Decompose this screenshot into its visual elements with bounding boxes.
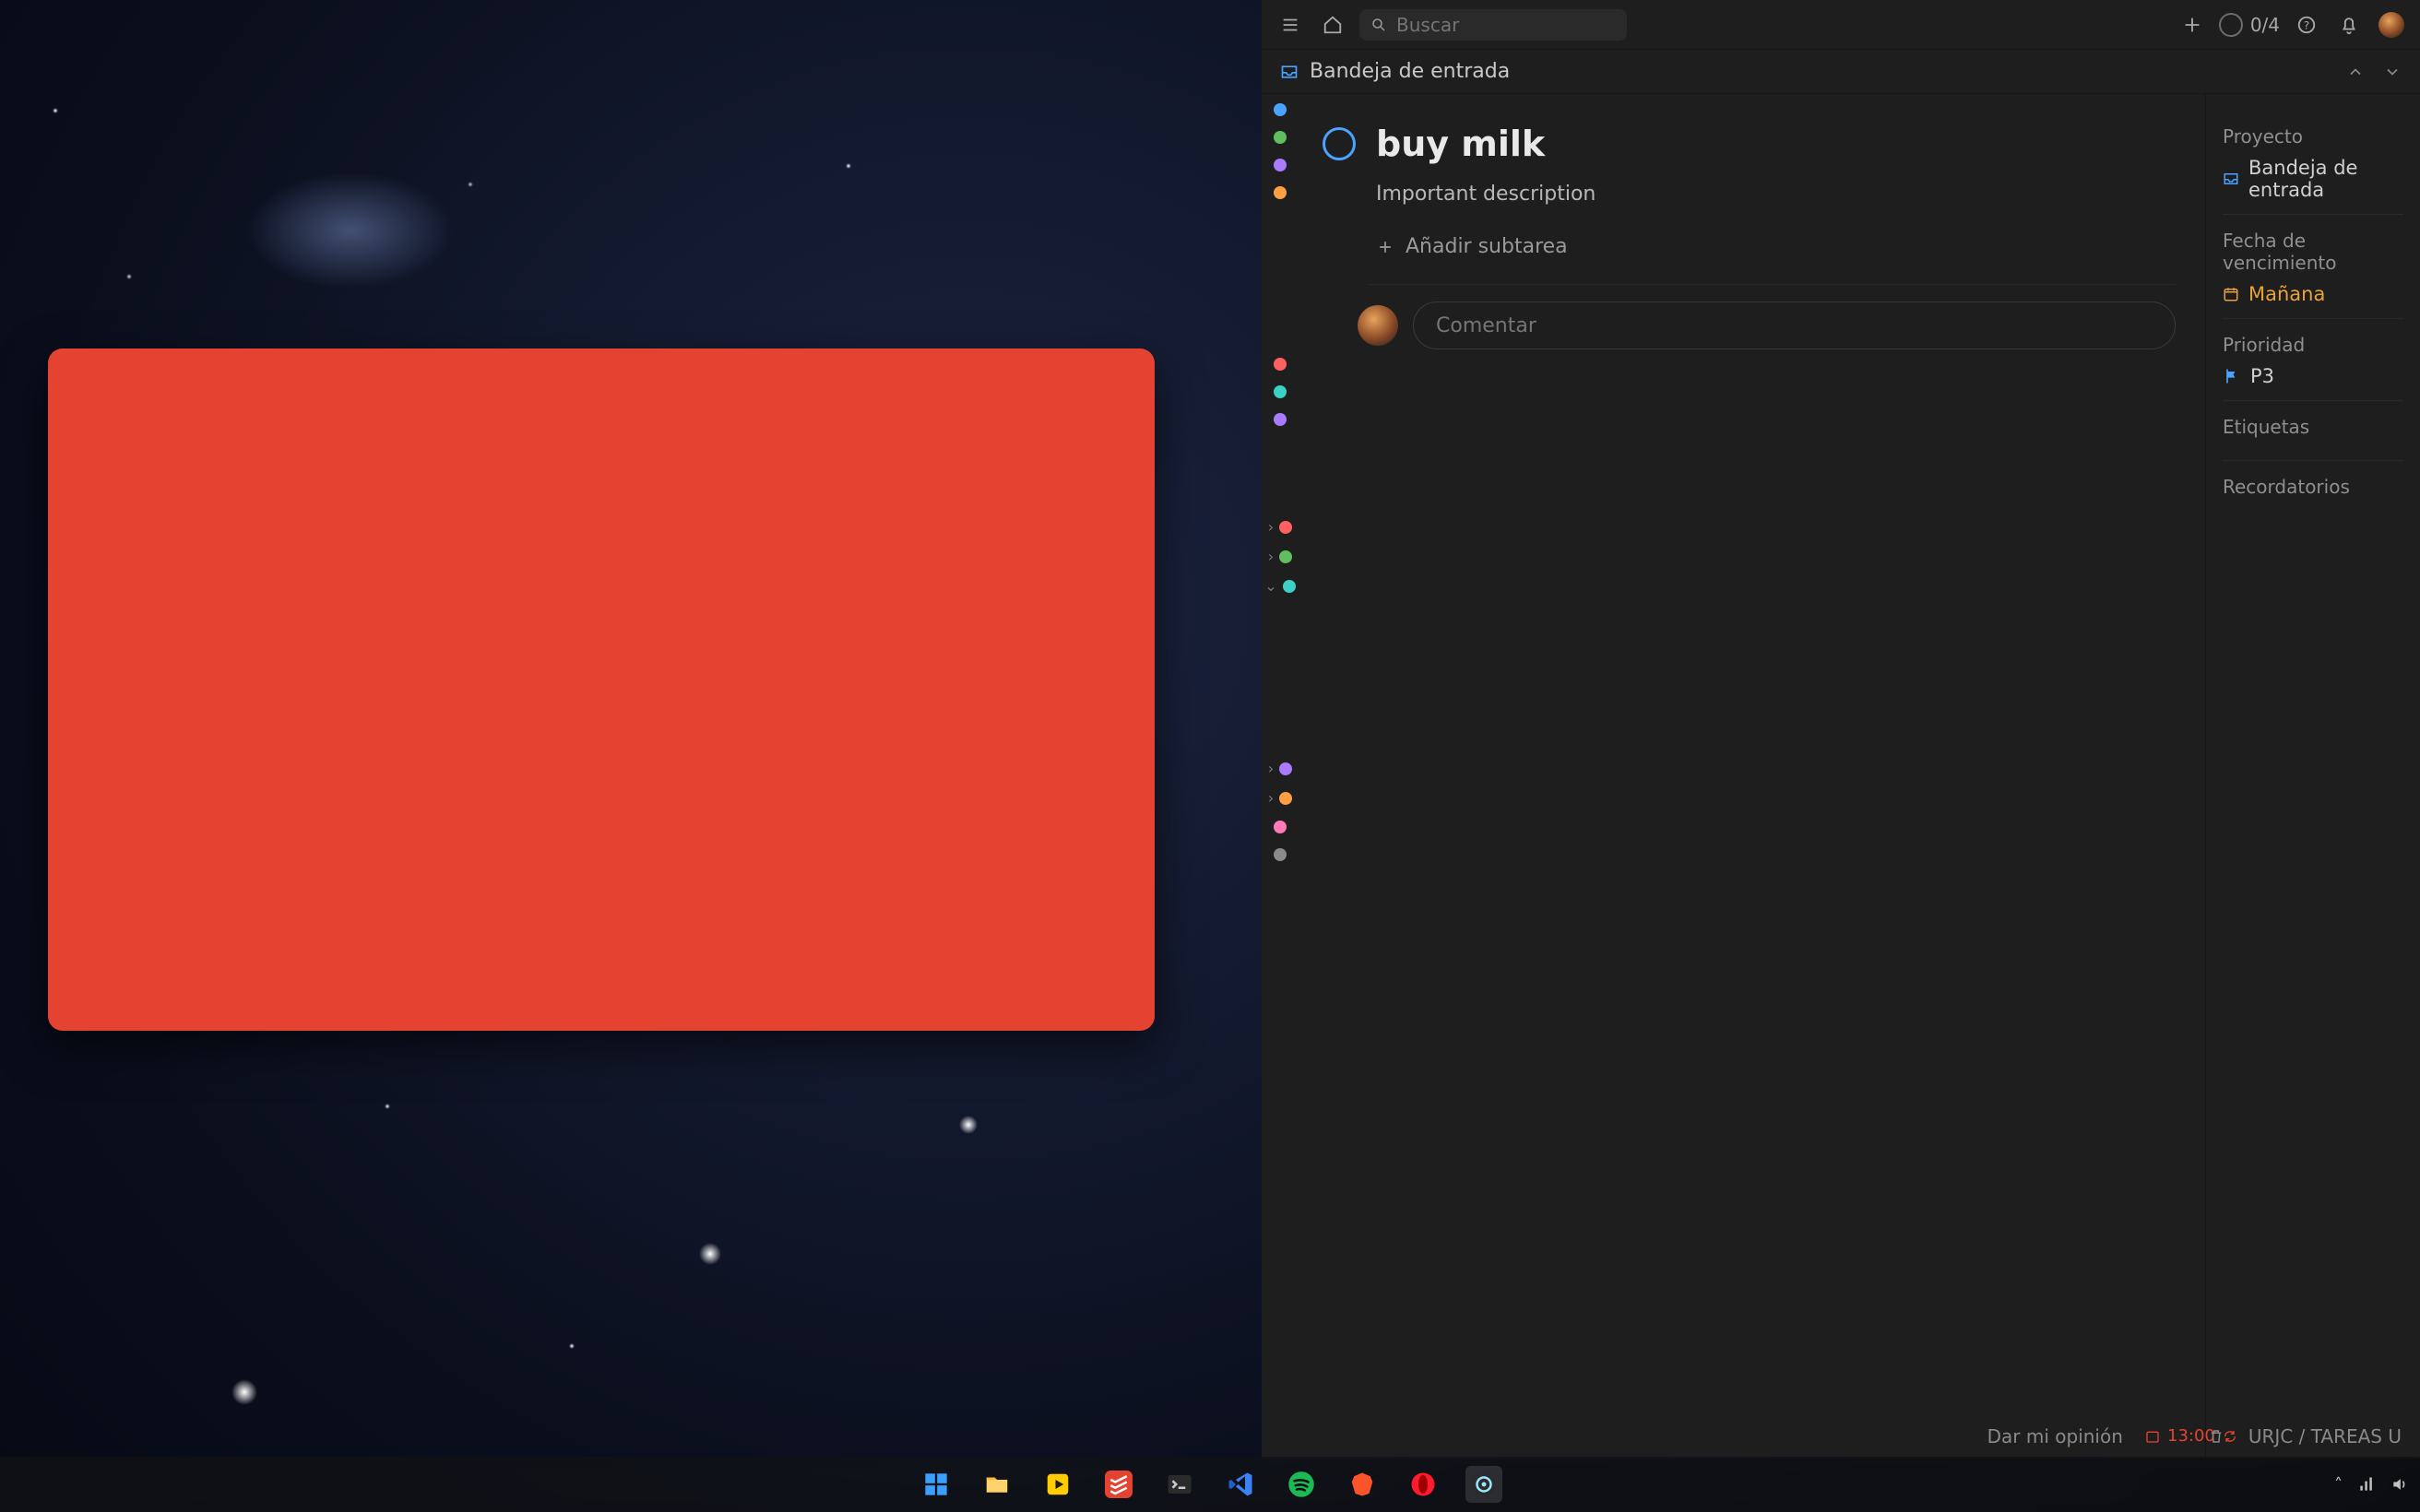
breadcrumb-title[interactable]: Bandeja de entrada (1310, 60, 1510, 83)
menu-button[interactable] (1275, 9, 1306, 41)
task-sidebar: Proyecto Bandeja de entrada Fecha de ven… (2206, 94, 2420, 1459)
todoist-taskbar-icon[interactable] (1100, 1466, 1137, 1503)
project-iconnav: › › ⌄ › › (1262, 94, 1299, 1459)
terminal-icon[interactable] (1161, 1466, 1198, 1503)
inbox-icon (1280, 63, 1299, 81)
chevron-right-icon: › (1268, 791, 1274, 806)
task-description[interactable]: Important description (1376, 183, 2176, 206)
nav-project-1[interactable] (1274, 358, 1287, 371)
nav-collapsible-3[interactable]: ⌄ (1264, 579, 1295, 594)
search-icon (1370, 17, 1387, 33)
breadcrumb-bar: Bandeja de entrada (1262, 50, 2420, 94)
task-detail-pane: buy milk Important description Añadir su… (1299, 94, 2206, 1459)
notifications-button[interactable] (2333, 9, 2365, 41)
progress-count: 0/4 (2250, 14, 2280, 36)
nav-filters[interactable] (1274, 186, 1287, 199)
chevron-right-icon: › (1268, 549, 1274, 564)
nav-project-4[interactable] (1274, 821, 1287, 833)
todoist-icon (48, 348, 1155, 1031)
todoist-titlebar: 0/4 ? (1262, 0, 2420, 50)
svg-text:?: ? (2304, 18, 2309, 31)
avatar-icon (2378, 12, 2404, 38)
add-subtask-button[interactable]: Añadir subtarea (1369, 230, 2176, 264)
nav-inbox[interactable] (1274, 103, 1287, 116)
progress-ring-icon (2219, 13, 2243, 37)
nav-project-3[interactable] (1274, 413, 1287, 426)
chevron-right-icon: › (1268, 520, 1274, 535)
tray-network-icon[interactable] (2357, 1475, 2376, 1494)
tray-volume-icon[interactable] (2390, 1475, 2409, 1494)
add-subtask-label: Añadir subtarea (1406, 235, 1568, 258)
help-button[interactable]: ? (2291, 9, 2322, 41)
spotify-icon[interactable] (1283, 1466, 1320, 1503)
plus-icon (1376, 238, 1394, 256)
side-due-value[interactable]: Mañana (2223, 283, 2403, 305)
inbox-icon (2223, 171, 2239, 187)
nav-today[interactable] (1274, 131, 1287, 144)
comment-input[interactable] (1413, 301, 2176, 349)
side-due-label: Fecha de vencimiento (2223, 230, 2403, 274)
nav-collapsible-4[interactable]: › (1268, 762, 1292, 776)
side-project-value[interactable]: Bandeja de entrada (2223, 157, 2403, 201)
search-input[interactable] (1396, 14, 1616, 36)
launcher-results-list: Todoist: Nueva Tarea Search "tds new buy… (48, 413, 395, 1031)
prev-task-button[interactable] (2346, 63, 2365, 81)
explorer-icon[interactable] (979, 1466, 1015, 1503)
divider (1369, 284, 2176, 285)
start-button[interactable] (918, 1466, 955, 1503)
account-avatar[interactable] (2376, 9, 2407, 41)
launcher-popup: Todoist: Nueva Tarea Search "tds new buy… (48, 348, 1155, 1031)
media-player-icon[interactable] (1039, 1466, 1076, 1503)
app-icon[interactable] (1465, 1466, 1502, 1503)
nav-upcoming[interactable] (1274, 159, 1287, 171)
productivity-progress[interactable]: 0/4 (2219, 13, 2280, 37)
side-priority-label: Prioridad (2223, 334, 2403, 356)
task-complete-checkbox[interactable] (1323, 127, 1356, 160)
nav-project-5[interactable] (1274, 848, 1287, 861)
todoist-window: 0/4 ? Bandeja de entrada (1262, 0, 2420, 1459)
next-task-button[interactable] (2383, 63, 2402, 81)
windows-taskbar: ˄ (0, 1457, 2420, 1512)
home-button[interactable] (1317, 9, 1348, 41)
launcher-result-todoist-new-task[interactable]: Todoist: Nueva Tarea (48, 413, 395, 474)
opera-icon[interactable] (1405, 1466, 1441, 1503)
nav-collapsible-2[interactable]: › (1268, 549, 1292, 564)
chevron-right-icon: › (1268, 762, 1274, 776)
search-box[interactable] (1359, 9, 1627, 41)
add-task-button[interactable] (2177, 9, 2208, 41)
tray-chevron-up-icon[interactable]: ˄ (2334, 1475, 2343, 1494)
vscode-icon[interactable] (1222, 1466, 1259, 1503)
nav-collapsible-1[interactable]: › (1268, 520, 1292, 535)
user-avatar (1358, 305, 1398, 346)
side-project-label: Proyecto (2223, 125, 2403, 148)
feedback-link[interactable]: Dar mi opinión (1987, 1425, 2123, 1447)
calendar-icon (2223, 286, 2239, 302)
brave-icon[interactable] (1344, 1466, 1381, 1503)
footer-path[interactable]: URJC / TAREAS U (2248, 1425, 2402, 1447)
flag-icon (2223, 367, 2241, 385)
side-labels-label[interactable]: Etiquetas (2223, 416, 2403, 438)
trash-icon[interactable] (2208, 1428, 2224, 1445)
side-priority-value[interactable]: P3 (2223, 365, 2403, 387)
side-reminders-label[interactable]: Recordatorios (2223, 476, 2403, 498)
chevron-down-icon: ⌄ (1264, 579, 1276, 594)
task-title[interactable]: buy milk (1376, 124, 1545, 164)
nav-project-2[interactable] (1274, 385, 1287, 398)
nav-collapsible-5[interactable]: › (1268, 791, 1292, 806)
